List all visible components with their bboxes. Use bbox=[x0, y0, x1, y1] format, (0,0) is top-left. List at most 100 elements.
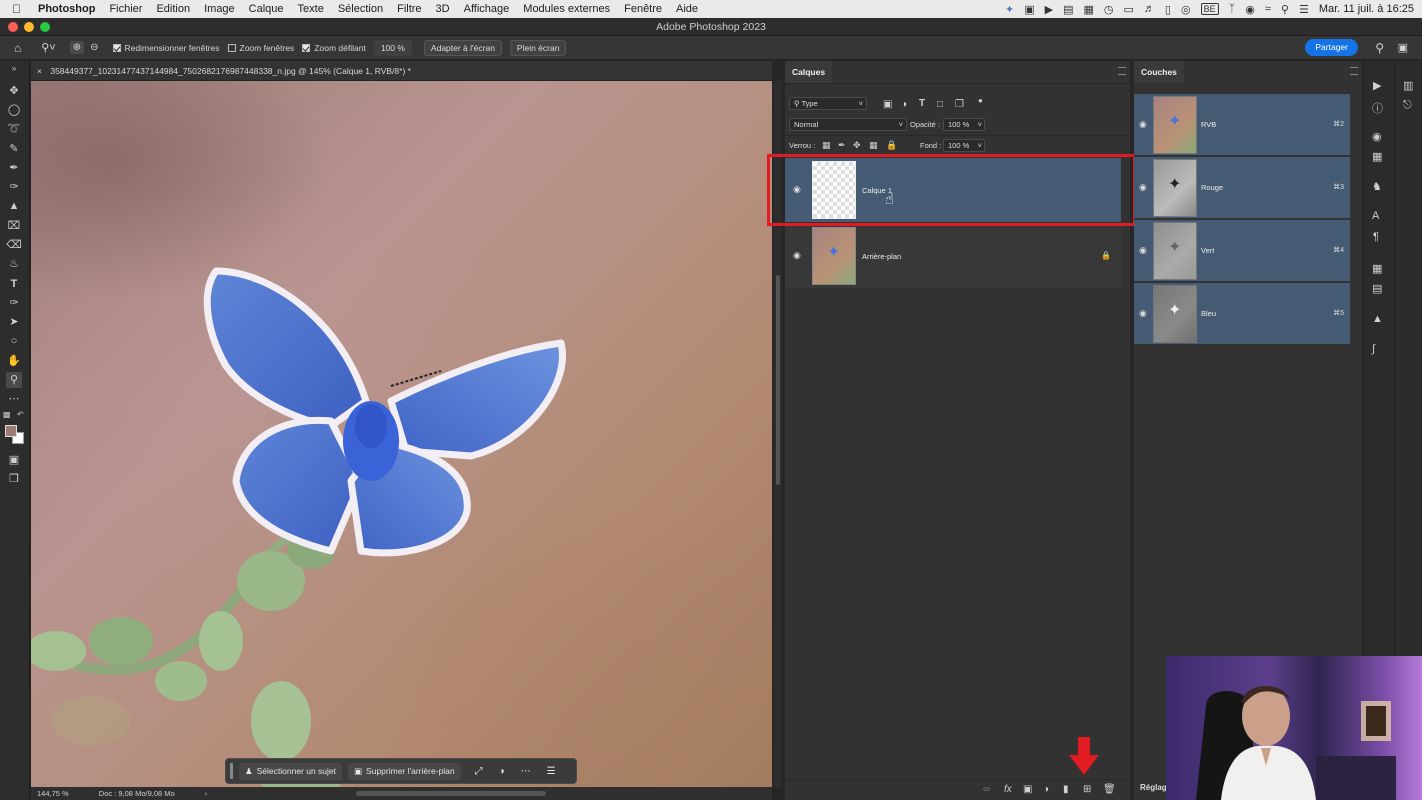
close-window-button[interactable] bbox=[8, 22, 18, 32]
lock-image-pixels-icon[interactable]: ✒ bbox=[838, 140, 846, 151]
fill-field[interactable]: 100 % ˅ bbox=[943, 139, 985, 152]
menu-selection[interactable]: Sélection bbox=[338, 3, 383, 15]
minimize-window-button[interactable] bbox=[24, 22, 34, 32]
tool-presets-icon[interactable]: ▲ bbox=[1372, 313, 1383, 325]
color-palette-icon[interactable]: ◉ bbox=[1372, 130, 1382, 143]
adjustment-layer-icon[interactable]: ◑ bbox=[1043, 784, 1049, 795]
volume-icon[interactable]: ♬ bbox=[1144, 3, 1155, 15]
close-document-icon[interactable]: × bbox=[37, 66, 42, 76]
navigator-icon[interactable]: ⎋ bbox=[1403, 99, 1412, 112]
menu-fichier[interactable]: Fichier bbox=[109, 3, 142, 15]
zoom-windows-option[interactable]: Zoom fenêtres bbox=[227, 43, 294, 53]
zoom-in-icon[interactable]: ⊕ bbox=[69, 41, 85, 54]
display-icon[interactable]: ▭ bbox=[1124, 3, 1134, 16]
play-actions-icon[interactable]: ▶ bbox=[1373, 79, 1381, 92]
resize-windows-checkbox[interactable] bbox=[112, 43, 121, 52]
visibility-eye-icon[interactable]: ◉ bbox=[1139, 245, 1147, 256]
zoom-status[interactable]: 144,75 % bbox=[37, 789, 69, 798]
search-icon[interactable]: ⚲ bbox=[1375, 41, 1384, 55]
scrubby-zoom-checkbox[interactable] bbox=[302, 43, 311, 52]
filter-adjustment-icon[interactable]: ◑ bbox=[901, 99, 907, 110]
menu-texte[interactable]: Texte bbox=[298, 3, 324, 15]
paragraph-icon[interactable]: ¶ bbox=[1373, 231, 1379, 243]
channel-row-bleu[interactable]: ◉ ✦ Bleu ⌘5 bbox=[1134, 283, 1350, 345]
zoom-value-field[interactable]: 100 % bbox=[373, 39, 412, 56]
hand-tool-icon[interactable]: ✋ bbox=[6, 353, 22, 369]
foreground-color-swatch[interactable] bbox=[5, 425, 17, 437]
drag-handle[interactable] bbox=[230, 763, 233, 779]
quick-selection-tool-icon[interactable]: ✎ bbox=[6, 141, 22, 157]
airdrop-icon[interactable]: ◎ bbox=[1181, 3, 1191, 16]
language-badge[interactable]: BE bbox=[1200, 3, 1219, 15]
delete-layer-icon[interactable]: 🗑 bbox=[1103, 784, 1116, 795]
control-center-icon[interactable]: ☰ bbox=[1299, 3, 1309, 16]
visibility-eye-icon[interactable]: ◉ bbox=[1139, 119, 1147, 130]
menu-aide[interactable]: Aide bbox=[676, 3, 698, 15]
tab-calques[interactable]: Calques bbox=[785, 61, 833, 83]
default-colors-icon[interactable]: ▩ bbox=[3, 410, 11, 419]
opacity-field[interactable]: 100 % ˅ bbox=[943, 118, 985, 131]
wifi-icon[interactable]: ≈ bbox=[1265, 3, 1271, 15]
channel-row-rvb[interactable]: ◉ ✦ RVB ⌘2 bbox=[1134, 94, 1350, 156]
clock-icon[interactable]: ◷ bbox=[1104, 3, 1114, 16]
lasso-tool-icon[interactable]: ➰ bbox=[6, 121, 22, 137]
histogram-icon[interactable]: ▥ bbox=[1403, 79, 1413, 92]
document-tab[interactable]: × 358449377_10231477437144984_7502682176… bbox=[31, 61, 772, 81]
menu-app-name[interactable]: Photoshop bbox=[38, 3, 95, 15]
spotlight-search-icon[interactable]: ⚲ bbox=[1281, 3, 1289, 16]
canvas-horizontal-scrollbar[interactable] bbox=[356, 791, 546, 796]
menu-filtre[interactable]: Filtre bbox=[397, 3, 421, 15]
zoom-windows-checkbox[interactable] bbox=[227, 43, 236, 52]
libraries-icon[interactable]: ▦ bbox=[1372, 262, 1382, 275]
user-icon[interactable]: ◉ bbox=[1245, 3, 1255, 16]
layer-name[interactable]: Arrière-plan bbox=[862, 252, 901, 261]
marquee-tool-icon[interactable]: ◯ bbox=[6, 102, 22, 118]
tab-couches[interactable]: Couches bbox=[1134, 61, 1184, 83]
shape-tool-icon[interactable]: ○ bbox=[6, 333, 22, 349]
layer-row-arriere-plan[interactable]: ◉ ✦ Arrière-plan 🔒 bbox=[785, 224, 1121, 288]
screen-mode-icon[interactable]: ❐ bbox=[6, 471, 22, 487]
menu-modules-externes[interactable]: Modules externes bbox=[523, 3, 610, 15]
paths-icon[interactable]: ∫ bbox=[1372, 343, 1375, 355]
menu-image[interactable]: Image bbox=[204, 3, 235, 15]
stamp-tool-icon[interactable]: ▲ bbox=[6, 198, 22, 214]
adjustment-icon[interactable]: ◑ bbox=[499, 766, 505, 777]
swap-colors-icon[interactable]: ↶ bbox=[17, 410, 24, 419]
apple-menu-icon[interactable]:  bbox=[12, 2, 30, 16]
document-canvas[interactable] bbox=[31, 81, 772, 787]
butterfly-status-icon[interactable]: ✦ bbox=[1005, 3, 1014, 16]
character-icon[interactable]: A bbox=[1372, 210, 1379, 222]
menu-edition[interactable]: Edition bbox=[156, 3, 190, 15]
menu-fenetre[interactable]: Fenêtre bbox=[624, 3, 662, 15]
eyedropper-tool-icon[interactable]: ✒ bbox=[6, 160, 22, 176]
zoom-tool-icon[interactable]: ⚲ bbox=[6, 372, 22, 388]
document-icon[interactable]: ▦ bbox=[1084, 3, 1094, 16]
channel-row-vert[interactable]: ◉ ✦ Vert ⌘4 bbox=[1134, 220, 1350, 282]
visibility-eye-icon[interactable]: ◉ bbox=[1139, 182, 1147, 193]
settings-sliders-icon[interactable]: ☰ bbox=[547, 766, 556, 777]
workspace-icon[interactable]: ▣ bbox=[1398, 41, 1408, 54]
link-layers-icon[interactable]: ∞ bbox=[983, 784, 990, 795]
layer-filter-select[interactable]: ⚲ Type ˅ bbox=[789, 97, 867, 110]
swatches-grid-icon[interactable]: ▦ bbox=[1372, 150, 1382, 163]
canvas-scroll-thumb[interactable] bbox=[776, 275, 780, 485]
fx-icon[interactable]: fx bbox=[1004, 784, 1012, 795]
menu-calque[interactable]: Calque bbox=[249, 3, 284, 15]
paint-bucket-tool-icon[interactable]: ♨ bbox=[6, 256, 22, 272]
screen-recorder-icon[interactable]: ▣ bbox=[1024, 3, 1034, 16]
scrubby-zoom-option[interactable]: Zoom défilant bbox=[302, 43, 366, 53]
lock-position-icon[interactable]: ✥ bbox=[853, 140, 861, 151]
clipboard-icon[interactable]: ▤ bbox=[1063, 3, 1073, 16]
pen-tool-icon[interactable]: ✑ bbox=[6, 295, 22, 311]
add-mask-icon[interactable]: ▣ bbox=[1023, 784, 1032, 795]
visibility-eye-icon[interactable]: ◉ bbox=[793, 250, 803, 260]
new-group-icon[interactable]: ▮ bbox=[1063, 784, 1069, 795]
resize-windows-option[interactable]: Redimensionner fenêtres bbox=[112, 43, 220, 53]
bluetooth-icon[interactable]: ᛉ bbox=[1229, 3, 1236, 15]
channel-row-rouge[interactable]: ◉ ✦ Rouge ⌘3 bbox=[1134, 157, 1350, 219]
eraser-tool-icon[interactable]: ⌫ bbox=[6, 237, 22, 253]
camera-icon[interactable]: ▶ bbox=[1045, 3, 1053, 16]
lock-all-icon[interactable]: 🔒 bbox=[886, 140, 897, 151]
blend-mode-select[interactable]: Normal ˅ bbox=[789, 118, 907, 131]
zoom-tool-preset-icon[interactable]: ⚲˅ bbox=[41, 41, 55, 54]
